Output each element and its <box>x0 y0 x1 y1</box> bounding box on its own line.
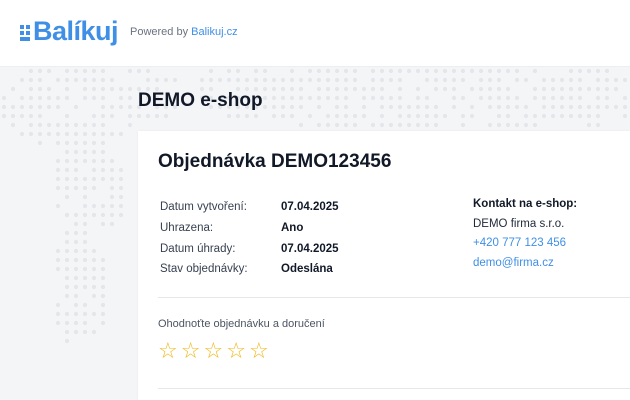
rating-label: Ohodnoťte objednávku a doručení <box>158 318 325 330</box>
order-card: Objednávka DEMO123456 Datum vytvoření: 0… <box>138 131 630 400</box>
order-info-table: Datum vytvoření: 07.04.2025 Uhrazena: An… <box>160 197 339 280</box>
balikuj-logo[interactable]: Balíkuj <box>18 14 119 48</box>
star-3-icon[interactable]: ☆ <box>203 338 223 364</box>
created-date-label: Datum vytvoření: <box>160 201 247 214</box>
powered-by-label: Powered by <box>130 26 189 38</box>
order-status-value: Odeslána <box>281 263 333 276</box>
star-4-icon[interactable]: ☆ <box>226 338 246 364</box>
top-header: Balíkuj Powered by Balikuj.cz <box>0 0 630 67</box>
shop-contact: Kontakt na e-shop: DEMO firma s.r.o. +42… <box>473 195 577 273</box>
created-date-value: 07.04.2025 <box>281 201 339 214</box>
payment-date-label: Datum úhrady: <box>160 242 236 255</box>
contact-phone-link[interactable]: +420 777 123 456 <box>473 234 577 254</box>
shop-name: DEMO e-shop <box>138 90 263 111</box>
logo-text: Balíkuj <box>33 16 119 46</box>
powered-by-link[interactable]: Balikuj.cz <box>191 26 237 38</box>
star-2-icon[interactable]: ☆ <box>181 338 201 364</box>
star-1-icon[interactable]: ☆ <box>158 338 178 364</box>
payment-date-value: 07.04.2025 <box>281 242 339 255</box>
order-info-row: Uhrazena: Ano <box>160 218 339 239</box>
star-rating[interactable]: ☆ ☆ ☆ ☆ ☆ <box>158 338 272 364</box>
section-divider <box>158 388 630 389</box>
powered-by: Powered by Balikuj.cz <box>130 26 238 38</box>
paid-value: Ano <box>281 222 304 235</box>
contact-title: Kontakt na e-shop: <box>473 198 578 210</box>
order-title: Objednávka DEMO123456 <box>158 151 392 172</box>
star-5-icon[interactable]: ☆ <box>249 338 269 364</box>
contact-company: DEMO firma s.r.o. <box>473 217 565 230</box>
order-info-row: Datum úhrady: 07.04.2025 <box>160 238 339 259</box>
paid-label: Uhrazena: <box>160 222 214 235</box>
logo-mark-icon <box>18 22 32 41</box>
order-status-label: Stav objednávky: <box>160 263 248 276</box>
order-info-row: Datum vytvoření: 07.04.2025 <box>160 197 339 218</box>
order-info-row: Stav objednávky: Odeslána <box>160 259 339 280</box>
contact-email-link[interactable]: demo@firma.cz <box>473 254 577 274</box>
section-divider <box>158 297 630 298</box>
